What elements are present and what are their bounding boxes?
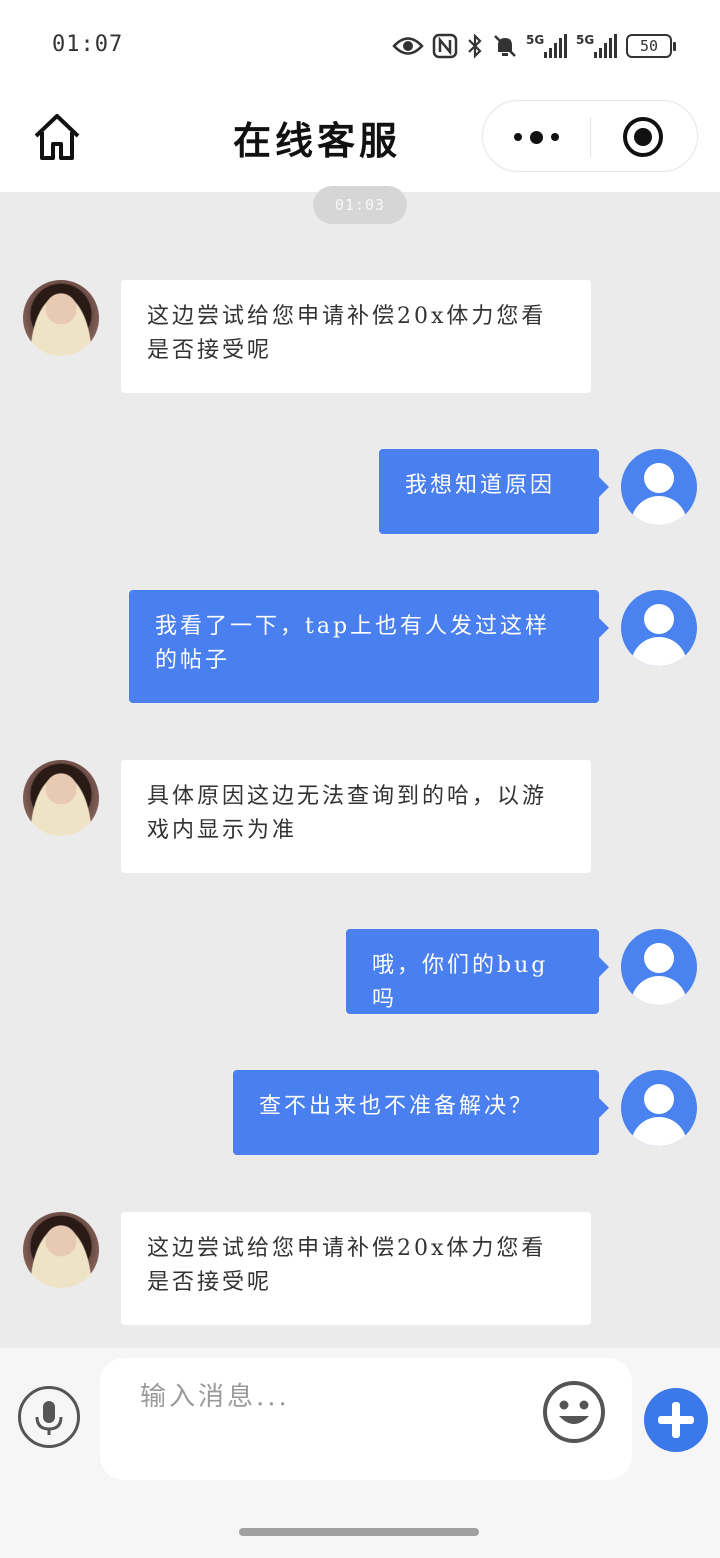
chat-area[interactable]: 01:03 这边尝试给您申请补偿20x体力您看是否接受呢 我想知道原因 我看了一… — [0, 186, 720, 1348]
microphone-icon[interactable] — [18, 1386, 80, 1448]
user-message-bubble[interactable]: 我看了一下，tap上也有人发过这样的帖子 — [129, 590, 609, 703]
status-icons: 5G 5G 50 — [392, 30, 676, 62]
agent-avatar[interactable] — [23, 1212, 99, 1288]
agent-message-bubble[interactable]: 这边尝试给您申请补偿20x体力您看是否接受呢 — [121, 280, 591, 393]
mini-program-capsule — [482, 100, 698, 172]
agent-message-bubble[interactable]: 这边尝试给您申请补偿20x体力您看是否接受呢 — [121, 1212, 591, 1325]
more-dots-icon — [513, 133, 522, 141]
input-bar — [0, 1348, 720, 1558]
time-divider: 01:03 — [313, 186, 407, 224]
user-avatar[interactable] — [621, 1070, 697, 1146]
signal-5g-icon: 5G — [526, 33, 567, 58]
plus-icon[interactable] — [644, 1388, 708, 1452]
agent-message-bubble[interactable]: 具体原因这边无法查询到的哈，以游戏内显示为准 — [121, 760, 591, 873]
user-message-bubble[interactable]: 我想知道原因 — [379, 449, 609, 534]
battery-icon: 50 — [626, 34, 676, 58]
user-avatar[interactable] — [621, 929, 697, 1005]
emoji-icon[interactable] — [542, 1380, 606, 1444]
svg-text:5G: 5G — [526, 33, 544, 47]
agent-avatar[interactable] — [23, 760, 99, 836]
record-close-icon[interactable] — [623, 117, 663, 157]
more-dots-icon — [550, 133, 559, 141]
bluetooth-icon — [468, 33, 482, 59]
home-indicator[interactable] — [239, 1528, 479, 1536]
eye-icon — [392, 37, 424, 55]
nav-bar: 在线客服 — [0, 92, 720, 192]
user-message-bubble[interactable]: 查不出来也不准备解决？ — [233, 1070, 609, 1155]
mute-icon — [494, 35, 516, 57]
user-avatar[interactable] — [621, 590, 697, 666]
signal-5g-icon: 5G — [576, 33, 617, 58]
capsule-divider — [590, 117, 591, 157]
user-message-bubble[interactable]: 哦，你们的bug吗 — [346, 929, 609, 1014]
nfc-icon — [432, 33, 458, 59]
status-bar: 01:07 5G 5G 50 — [0, 0, 720, 92]
more-dots-icon — [529, 130, 543, 144]
agent-avatar[interactable] — [23, 280, 99, 356]
more-button[interactable] — [483, 101, 589, 173]
user-avatar[interactable] — [621, 449, 697, 525]
status-time: 01:07 — [52, 32, 124, 57]
svg-text:5G: 5G — [576, 33, 594, 47]
